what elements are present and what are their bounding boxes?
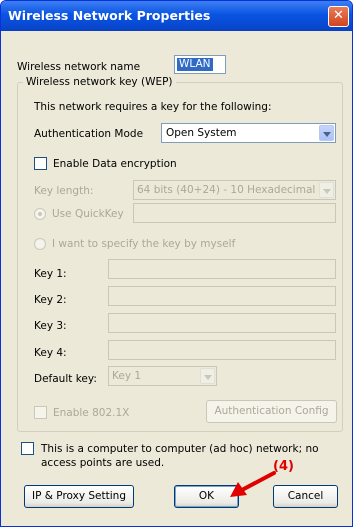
quickkey-input[interactable] [133, 203, 336, 223]
chevron-down-icon[interactable] [319, 182, 334, 198]
key-length-value: 64 bits (40+24) - 10 Hexadecimal d [137, 184, 326, 196]
default-key-value: Key 1 [112, 370, 142, 382]
enable-encryption-checkbox[interactable] [34, 157, 47, 170]
specify-key-radio[interactable] [34, 238, 46, 250]
network-name-value: WLAN [177, 58, 213, 71]
auth-mode-select[interactable]: Open System [161, 123, 336, 143]
chevron-down-icon[interactable] [319, 125, 334, 141]
key-length-select[interactable]: 64 bits (40+24) - 10 Hexadecimal d [133, 180, 336, 200]
specify-key-label: I want to specify the key by myself [52, 238, 236, 250]
close-icon: ✕ [333, 8, 344, 23]
dialog-window: Wireless Network Properties ✕ Wireless n… [0, 0, 353, 527]
adhoc-label-line1: This is a computer to computer (ad hoc) … [41, 443, 319, 455]
network-name-input[interactable]: WLAN [174, 55, 226, 74]
key3-label: Key 3: [34, 320, 67, 332]
key1-label: Key 1: [34, 268, 67, 280]
key2-input[interactable] [108, 286, 336, 306]
cancel-label: Cancel [287, 490, 324, 502]
radio-dot-icon [38, 212, 42, 216]
key4-label: Key 4: [34, 347, 67, 359]
enable-encryption-label: Enable Data encryption [53, 158, 177, 170]
close-button[interactable]: ✕ [328, 6, 349, 27]
cancel-button[interactable]: Cancel [273, 485, 338, 508]
auth-config-button[interactable]: Authentication Config [206, 400, 337, 423]
key1-input[interactable] [108, 259, 336, 279]
ip-proxy-button[interactable]: IP & Proxy Setting [24, 485, 134, 508]
auth-mode-value: Open System [166, 127, 237, 139]
requires-key-text: This network requires a key for the foll… [34, 101, 272, 113]
title-bar[interactable]: Wireless Network Properties ✕ [1, 1, 352, 31]
key-length-label: Key length: [34, 185, 94, 197]
default-key-label: Default key: [34, 373, 97, 385]
network-name-label: Wireless network name [17, 61, 141, 73]
annotation-arrow-icon [230, 471, 276, 497]
use-quickkey-label: Use QuickKey [52, 208, 124, 220]
auth-config-label: Authentication Config [214, 405, 329, 417]
default-key-select[interactable]: Key 1 [108, 366, 217, 386]
key4-input[interactable] [108, 340, 336, 360]
auth-mode-label: Authentication Mode [34, 128, 144, 140]
adhoc-checkbox[interactable] [21, 442, 34, 455]
adhoc-label-line2: access points are used. [41, 457, 165, 469]
enable-8021x-label: Enable 802.1X [53, 407, 130, 419]
window-title: Wireless Network Properties [8, 8, 211, 23]
wep-group-legend: Wireless network key (WEP) [23, 75, 176, 89]
key3-input[interactable] [108, 313, 336, 333]
ip-proxy-label: IP & Proxy Setting [32, 490, 126, 502]
ok-label: OK [198, 490, 215, 502]
enable-8021x-checkbox[interactable] [34, 406, 47, 419]
use-quickkey-radio[interactable] [34, 208, 46, 220]
chevron-down-icon[interactable] [200, 368, 215, 384]
key2-label: Key 2: [34, 294, 67, 306]
